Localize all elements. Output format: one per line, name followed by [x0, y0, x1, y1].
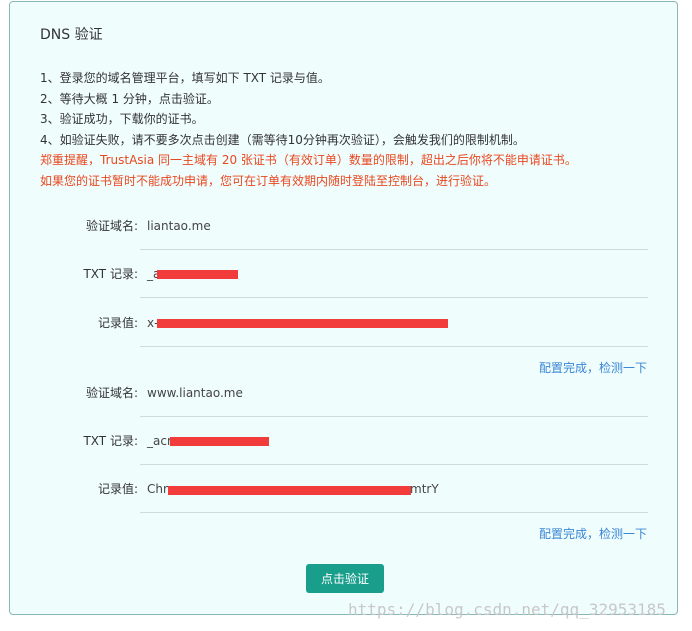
warning-limit: 郑重提醒，TrustAsia 同一主域有 20 张证书（有效订单）数量的限制，超…: [40, 153, 577, 167]
record-row-domain-1: 验证域名: liantao.me: [10, 202, 679, 250]
domain-value: liantao.me: [147, 219, 211, 233]
warning-retry: 如果您的证书暂时不能成功申请，您可在订单有效期内随时登陆至控制台，进行验证。: [40, 173, 497, 188]
value-field[interactable]: Chn mtrY: [140, 465, 648, 513]
record-row-value-1: 记录值: x-: [10, 299, 679, 347]
domain-label: 验证域名:: [85, 219, 138, 233]
txt-value: _acr: [147, 434, 172, 448]
domain-field[interactable]: liantao.me: [140, 202, 648, 250]
redaction-mark: [157, 319, 448, 328]
record-row-domain-2: 验证域名: www.liantao.me: [10, 369, 679, 417]
dns-verification-panel: DNS 验证 1、登录您的域名管理平台，填写如下 TXT 记录与值。 2、等待大…: [9, 1, 678, 615]
value-label: 记录值:: [97, 482, 138, 496]
txt-label: TXT 记录:: [83, 267, 138, 281]
record-row-txt-2: TXT 记录: _acr: [10, 417, 679, 465]
domain-value: www.liantao.me: [147, 386, 243, 400]
instruction-step-4: 4、如验证失败，请不要多次点击创建（需等待10分钟再次验证），会触发我们的限制机…: [40, 132, 525, 147]
check-link[interactable]: 配置完成，检测一下: [539, 525, 647, 542]
redaction-mark: [157, 270, 238, 279]
redaction-mark: [168, 486, 411, 495]
record-row-txt-1: TXT 记录: _a: [10, 250, 679, 298]
value-label: 记录值:: [97, 316, 138, 330]
verify-button[interactable]: 点击验证: [306, 564, 384, 593]
record-value-end: mtrY: [410, 482, 439, 496]
panel-title: DNS 验证: [40, 27, 103, 43]
txt-label: TXT 记录:: [83, 434, 138, 448]
txt-field[interactable]: _acr: [140, 417, 648, 465]
instruction-step-2: 2、等待大概 1 分钟，点击验证。: [40, 91, 219, 106]
instructions: 1、登录您的域名管理平台，填写如下 TXT 记录与值。 2、等待大概 1 分钟，…: [40, 68, 577, 191]
domain-field[interactable]: www.liantao.me: [140, 369, 648, 417]
redaction-mark: [170, 437, 269, 446]
value-field[interactable]: x-: [140, 299, 648, 347]
domain-label: 验证域名:: [85, 386, 138, 400]
instruction-step-3: 3、验证成功，下载你的证书。: [40, 112, 204, 126]
record-row-value-2: 记录值: Chn mtrY: [10, 465, 679, 513]
instruction-step-1: 1、登录您的域名管理平台，填写如下 TXT 记录与值。: [40, 71, 330, 85]
watermark: https://blog.csdn.net/qq_32953185: [348, 600, 666, 619]
txt-field[interactable]: _a: [140, 250, 648, 298]
